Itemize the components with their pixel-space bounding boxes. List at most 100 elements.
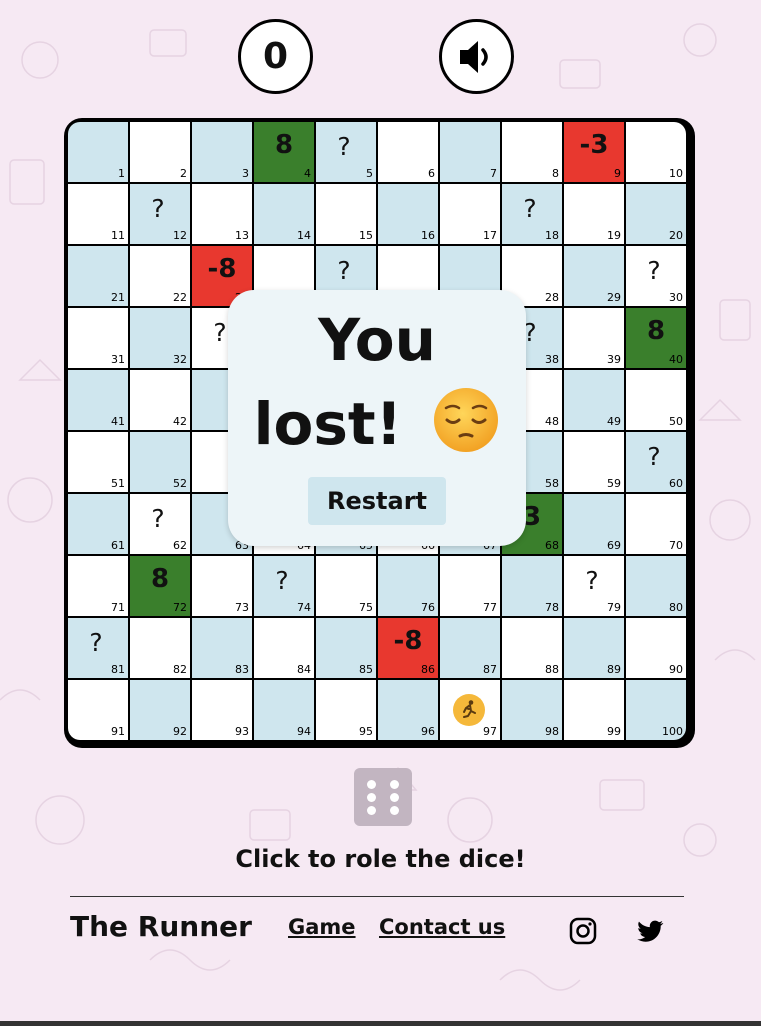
snake-value: -8 [393, 626, 423, 656]
cell-number: 98 [545, 725, 559, 738]
cell-number: 68 [545, 539, 559, 552]
board-cell: 41 [68, 370, 128, 430]
board-cell: 13 [192, 184, 252, 244]
cell-number: 9 [614, 167, 621, 180]
title-line-2-wrap: lost! [228, 382, 526, 466]
twitter-icon[interactable] [636, 916, 666, 946]
board-cell: 80 [626, 556, 686, 616]
cell-number: 61 [111, 539, 125, 552]
board-cell: 95 [316, 680, 376, 740]
cell-number: 82 [173, 663, 187, 676]
cell-number: 90 [669, 663, 683, 676]
nav-link-contact[interactable]: Contact us [379, 915, 505, 939]
cell-number: 28 [545, 291, 559, 304]
ladder-value: 8 [274, 130, 294, 160]
cell-number: 42 [173, 415, 187, 428]
cell-number: 91 [111, 725, 125, 738]
mystery-mark: ? [523, 194, 537, 223]
board-cell: 19 [564, 184, 624, 244]
cell-number: 58 [545, 477, 559, 490]
cell-number: 94 [297, 725, 311, 738]
nav-link-game[interactable]: Game [288, 915, 356, 939]
board-cell: ? 81 [68, 618, 128, 678]
cell-number: 96 [421, 725, 435, 738]
board-cell: ? 12 [130, 184, 190, 244]
title-line-2: lost! [253, 390, 403, 458]
board-cell: 14 [254, 184, 314, 244]
cell-number: 15 [359, 229, 373, 242]
score-value: 0 [262, 36, 289, 77]
cell-number: 81 [111, 663, 125, 676]
snake-value: -3 [579, 130, 609, 160]
board-cell: 61 [68, 494, 128, 554]
cell-number: 80 [669, 601, 683, 614]
cell-number: 40 [669, 353, 683, 366]
cell-number: 70 [669, 539, 683, 552]
cell-number: 75 [359, 601, 373, 614]
board-cell: ? 62 [130, 494, 190, 554]
mystery-mark: ? [151, 194, 165, 223]
cell-number: 52 [173, 477, 187, 490]
board-cell: 99 [564, 680, 624, 740]
board-cell: 8 72 [130, 556, 190, 616]
board-cell: -8 86 [378, 618, 438, 678]
board-cell: 49 [564, 370, 624, 430]
cell-number: 78 [545, 601, 559, 614]
cell-number: 16 [421, 229, 435, 242]
board-cell: 73 [192, 556, 252, 616]
board-cell: 17 [440, 184, 500, 244]
cell-number: 74 [297, 601, 311, 614]
pensive-face-icon [434, 388, 499, 452]
mystery-mark: ? [585, 566, 599, 595]
board-cell: 6 [378, 122, 438, 182]
board-cell: 51 [68, 432, 128, 492]
mystery-mark: ? [151, 504, 165, 533]
dice-instruction: Click to role the dice! [235, 845, 526, 873]
board-cell: 10 [626, 122, 686, 182]
cell-number: 29 [607, 291, 621, 304]
board-cell: 84 [254, 122, 314, 182]
board-cell: 77 [440, 556, 500, 616]
cell-number: 69 [607, 539, 621, 552]
cell-number: 48 [545, 415, 559, 428]
sound-toggle-button[interactable] [439, 19, 514, 94]
board-cell: 3 [192, 122, 252, 182]
cell-number: 18 [545, 229, 559, 242]
cell-number: 3 [242, 167, 249, 180]
cell-number: 31 [111, 353, 125, 366]
cell-number: 71 [111, 601, 125, 614]
bottom-bar [0, 1021, 761, 1026]
cell-number: 83 [235, 663, 249, 676]
board-cell: 52 [130, 432, 190, 492]
board-cell: 2 [130, 122, 190, 182]
title-line-1: You [318, 306, 436, 374]
cell-number: 77 [483, 601, 497, 614]
board-cell: 93 [192, 680, 252, 740]
board-cell: 11 [68, 184, 128, 244]
cell-number: 21 [111, 291, 125, 304]
board-cell: 7 [440, 122, 500, 182]
cell-number: 19 [607, 229, 621, 242]
cell-number: 89 [607, 663, 621, 676]
cell-number: 13 [235, 229, 249, 242]
cell-number: 14 [297, 229, 311, 242]
board-cell: 94 [254, 680, 314, 740]
cell-number: 5 [366, 167, 373, 180]
restart-button[interactable]: Restart [308, 477, 446, 525]
mystery-mark: ? [337, 132, 351, 161]
board-cell: 1 [68, 122, 128, 182]
board-cell: 87 [440, 618, 500, 678]
instagram-icon[interactable] [568, 916, 598, 946]
cell-number: 97 [483, 725, 497, 738]
board-cell: ? 5 [316, 122, 376, 182]
dice-button[interactable] [354, 768, 412, 826]
mystery-mark: ? [275, 566, 289, 595]
board-cell: 20 [626, 184, 686, 244]
board-cell: 50 [626, 370, 686, 430]
board-cell: ? 18 [502, 184, 562, 244]
board-cell: 91 [68, 680, 128, 740]
board-cell: 8 [502, 122, 562, 182]
board-cell: 59 [564, 432, 624, 492]
cell-number: 93 [235, 725, 249, 738]
board-cell: 69 [564, 494, 624, 554]
